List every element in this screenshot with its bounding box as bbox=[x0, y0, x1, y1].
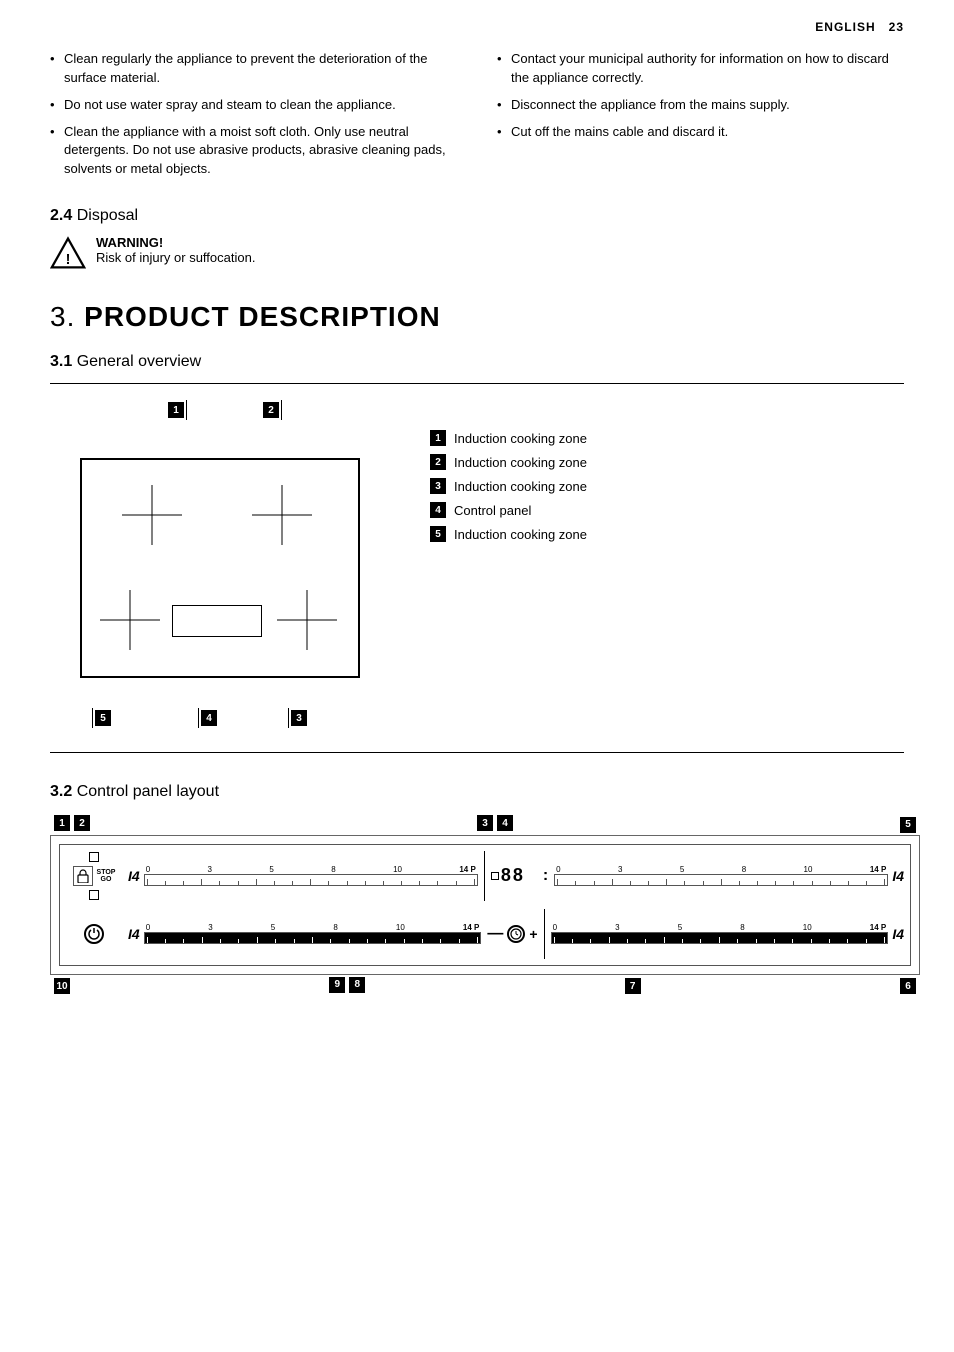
cp-top-badges: 1 2 3 4 5 bbox=[50, 815, 920, 833]
heat-ticks-1 bbox=[145, 875, 477, 885]
cp-badge-5: 5 bbox=[900, 815, 916, 833]
cp-badge-10: 10 bbox=[54, 977, 70, 995]
cooktop-outer bbox=[80, 458, 360, 678]
warning-icon: ! bbox=[50, 235, 86, 271]
heat-ticks-4 bbox=[552, 933, 888, 943]
cp-badge-9-8: 9 8 bbox=[329, 977, 365, 995]
dot-indicator-2 bbox=[89, 890, 99, 900]
timer-icon bbox=[507, 925, 525, 943]
heat-ticks-2 bbox=[555, 875, 887, 885]
section-32-heading: 3.2 Control panel layout bbox=[50, 783, 904, 801]
cp-top-row: STOP GO I4 03581014 P bbox=[66, 851, 904, 901]
page: ENGLISH 23 Clean regularly the appliance… bbox=[0, 0, 954, 1352]
list-item: Contact your municipal authority for inf… bbox=[497, 50, 904, 88]
page-header-text: ENGLISH 23 bbox=[815, 20, 904, 34]
minus-sign: — bbox=[487, 925, 503, 943]
heat-numbers-4: 03581014 P bbox=[551, 923, 889, 932]
legend-item-1: 1 Induction cooking zone bbox=[430, 430, 587, 446]
section-24: 2.4 Disposal ! WARNING! Risk of injury o… bbox=[50, 207, 904, 271]
bottom-label-5: 5 bbox=[92, 708, 111, 728]
zone3-crosshair bbox=[100, 590, 160, 653]
list-item: Disconnect the appliance from the mains … bbox=[497, 96, 904, 115]
zone2-crosshair bbox=[252, 485, 312, 548]
zone5-crosshair bbox=[277, 590, 337, 653]
general-overview-area: 1 2 bbox=[50, 383, 904, 753]
list-item: Clean regularly the appliance to prevent… bbox=[50, 50, 457, 88]
cooktop-diagram: 1 2 bbox=[50, 400, 390, 736]
heat-scale-3: 03581014 P bbox=[144, 923, 482, 944]
warning-box: ! WARNING! Risk of injury or suffocation… bbox=[50, 235, 904, 271]
page-header: ENGLISH 23 bbox=[50, 20, 904, 34]
cp-bottom-badges: 10 9 8 7 6 bbox=[50, 977, 920, 995]
bottom-label-3: 3 bbox=[288, 708, 307, 728]
lock-icon bbox=[73, 866, 93, 886]
control-panel-rect bbox=[172, 605, 262, 637]
section-32: 3.2 Control panel layout 1 2 3 4 5 bbox=[50, 783, 904, 994]
heat-numbers-1: 03581014 P bbox=[144, 865, 478, 874]
stop-go-control: STOP GO bbox=[97, 869, 116, 883]
legend-item-3: 3 Induction cooking zone bbox=[430, 478, 587, 494]
left-bullet-list: Clean regularly the appliance to prevent… bbox=[50, 50, 457, 179]
heat-scale-1: 03581014 P bbox=[144, 865, 478, 886]
dot-indicator-1 bbox=[89, 852, 99, 862]
heat-track-2 bbox=[554, 874, 888, 886]
heat-bar-1: I4 03581014 P bbox=[128, 865, 478, 886]
left-col: Clean regularly the appliance to prevent… bbox=[50, 50, 457, 187]
lock-stop-go: STOP GO bbox=[73, 866, 116, 886]
heat-bar-3: I4 03581014 P bbox=[128, 923, 481, 944]
control-panel-diagram-wrapper: 1 2 3 4 5 bbox=[50, 815, 904, 994]
right-col: Contact your municipal authority for inf… bbox=[497, 50, 904, 187]
cp-badge-6: 6 bbox=[900, 977, 916, 995]
heat-bar-4: 03581014 P bbox=[551, 923, 904, 944]
list-item: Do not use water spray and steam to clea… bbox=[50, 96, 457, 115]
heat-ticks-3 bbox=[145, 933, 481, 943]
warning-text: WARNING! Risk of injury or suffocation. bbox=[96, 235, 255, 265]
cp-left-controls: STOP GO bbox=[66, 852, 122, 900]
heat-track-4-filled bbox=[551, 932, 889, 944]
heat-track-3-filled bbox=[144, 932, 482, 944]
legend-item-5: 5 Induction cooking zone bbox=[430, 526, 587, 542]
section-24-heading: 2.4 Disposal bbox=[50, 207, 904, 225]
plus-sign: + bbox=[529, 926, 537, 942]
list-item: Cut off the mains cable and discard it. bbox=[497, 123, 904, 142]
cp-badge-3-4: 3 4 bbox=[477, 815, 513, 833]
section-3-title: 3. PRODUCT DESCRIPTION bbox=[50, 301, 904, 333]
heat-scale-4: 03581014 P bbox=[551, 923, 889, 944]
svg-text:!: ! bbox=[66, 252, 71, 268]
right-bullet-list: Contact your municipal authority for inf… bbox=[497, 50, 904, 141]
cp-timer-controls: — + bbox=[487, 925, 537, 943]
bottom-label-4: 4 bbox=[198, 708, 217, 728]
cp-display-area: 88 : bbox=[491, 865, 548, 886]
cp-badge-7: 7 bbox=[625, 977, 641, 995]
top-label-2: 2 bbox=[263, 400, 282, 420]
section-31: 3.1 General overview 1 2 bbox=[50, 353, 904, 753]
cp-bottom-row: I4 03581014 P bbox=[66, 909, 904, 959]
legend: 1 Induction cooking zone 2 Induction coo… bbox=[430, 400, 587, 542]
heat-numbers-3: 03581014 P bbox=[144, 923, 482, 932]
zone1-crosshair bbox=[122, 485, 182, 548]
top-label-1: 1 bbox=[168, 400, 187, 420]
legend-item-4: 4 Control panel bbox=[430, 502, 587, 518]
two-col-bullets: Clean regularly the appliance to prevent… bbox=[50, 50, 904, 187]
heat-track-1 bbox=[144, 874, 478, 886]
heat-scale-2: 03581014 P bbox=[554, 865, 888, 886]
cp-power-btn[interactable] bbox=[66, 924, 122, 944]
control-panel-box: STOP GO I4 03581014 P bbox=[50, 835, 920, 975]
cp-badge-1-2: 1 2 bbox=[54, 815, 90, 833]
heat-bar-2: 03581014 P bbox=[554, 865, 904, 886]
cp-divider-1 bbox=[484, 851, 485, 901]
dot-top bbox=[491, 872, 499, 880]
section-31-heading: 3.1 General overview bbox=[50, 353, 904, 371]
heat-numbers-2: 03581014 P bbox=[554, 865, 888, 874]
cp-divider-2 bbox=[544, 909, 545, 959]
power-icon[interactable] bbox=[84, 924, 104, 944]
cp-inner: STOP GO I4 03581014 P bbox=[59, 844, 911, 966]
list-item: Clean the appliance with a moist soft cl… bbox=[50, 123, 457, 180]
legend-item-2: 2 Induction cooking zone bbox=[430, 454, 587, 470]
